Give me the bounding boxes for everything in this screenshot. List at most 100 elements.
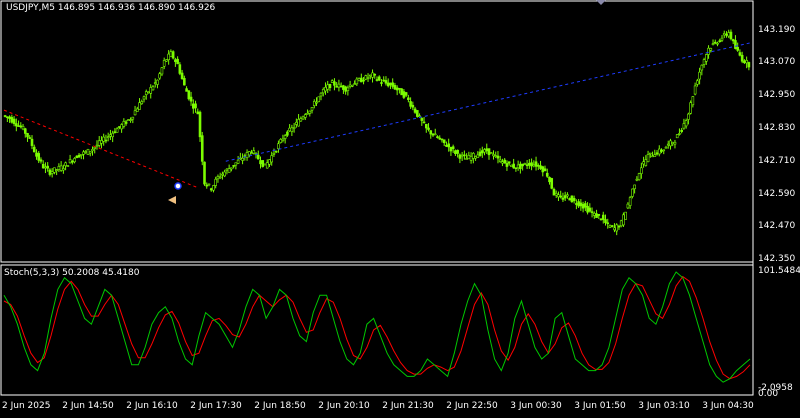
candle-body xyxy=(180,72,184,79)
candle-body xyxy=(442,139,446,144)
candle-body xyxy=(628,197,632,206)
candle-body xyxy=(380,82,383,84)
candle-body xyxy=(449,146,453,152)
candle-body xyxy=(104,139,108,142)
candle-body xyxy=(371,72,374,78)
candle-body xyxy=(189,96,193,102)
candle-body xyxy=(635,178,639,181)
candle-body xyxy=(324,86,327,92)
candle-body xyxy=(23,128,27,134)
candle-body xyxy=(153,82,157,84)
candle-body xyxy=(572,198,576,201)
candle-body xyxy=(333,81,336,86)
candle-body xyxy=(6,116,9,119)
candle-body xyxy=(183,78,186,86)
candle-body xyxy=(675,134,679,139)
candle-body xyxy=(664,146,668,149)
candle-body xyxy=(218,176,222,179)
candle-body xyxy=(722,33,726,36)
candle-body xyxy=(539,165,542,169)
candle-body xyxy=(496,155,500,159)
candle-series xyxy=(3,29,751,236)
candle-body xyxy=(357,78,361,81)
trading-chart[interactable] xyxy=(0,0,800,418)
candle-body xyxy=(682,123,686,129)
candle-body xyxy=(348,84,352,87)
candle-body xyxy=(687,113,690,120)
candle-body xyxy=(15,123,18,127)
candle-body xyxy=(530,162,533,167)
candle-body xyxy=(124,121,128,124)
candle-body xyxy=(624,211,627,220)
candle-body xyxy=(120,124,123,130)
candle-body xyxy=(467,155,471,160)
candle-body xyxy=(501,161,504,164)
candle-body xyxy=(317,96,321,102)
candle-body xyxy=(111,132,114,138)
candle-body xyxy=(310,107,314,111)
candle-body xyxy=(653,154,657,157)
candle-body xyxy=(463,154,466,157)
candle-body xyxy=(3,115,7,117)
chart-shift-marker-icon[interactable] xyxy=(596,0,606,5)
candle-body xyxy=(601,214,605,220)
candle-body xyxy=(319,92,323,97)
candle-body xyxy=(144,91,148,95)
stoch-panel-frame xyxy=(0,264,754,396)
candle-body xyxy=(138,102,141,110)
candle-body xyxy=(216,176,220,180)
candle-body xyxy=(456,149,459,154)
stoch-zero-label: 0.00 xyxy=(758,389,779,399)
candle-body xyxy=(485,148,489,152)
candle-body xyxy=(588,207,592,212)
candle-body xyxy=(655,152,659,155)
candle-body xyxy=(460,154,464,157)
candle-body xyxy=(391,82,394,87)
candle-body xyxy=(637,173,641,181)
candle-body xyxy=(465,158,468,160)
candle-body xyxy=(507,161,511,164)
candle-body xyxy=(590,211,594,213)
candle-body xyxy=(66,165,70,167)
candle-body xyxy=(413,108,417,113)
candle-body xyxy=(234,162,238,166)
candle-body xyxy=(62,168,65,171)
candle-body xyxy=(579,202,583,207)
candle-body xyxy=(669,140,672,147)
candle-body xyxy=(84,151,88,153)
candle-body xyxy=(424,123,428,129)
candle-body xyxy=(729,31,733,40)
candle-body xyxy=(541,166,545,173)
candle-body xyxy=(420,118,424,121)
candle-body xyxy=(489,152,493,154)
candle-body xyxy=(241,157,244,161)
candle-body xyxy=(678,133,681,135)
candle-body xyxy=(17,125,20,127)
candle-body xyxy=(445,144,448,147)
candle-body xyxy=(362,79,365,82)
candle-body xyxy=(301,116,305,120)
candle-body xyxy=(185,88,188,92)
candle-body xyxy=(109,134,112,137)
candle-body xyxy=(725,34,728,36)
candle-body xyxy=(290,127,294,132)
time-tick: 2 Jun 17:30 xyxy=(190,401,242,411)
trendline-layer[interactable] xyxy=(3,42,751,189)
candle-body xyxy=(689,102,692,114)
candle-body xyxy=(727,32,731,37)
candle-body xyxy=(203,161,206,185)
candle-body xyxy=(427,127,430,130)
stoch-top-label: 101.5484 xyxy=(758,266,800,276)
candle-body xyxy=(451,146,455,150)
candle-body xyxy=(200,135,204,162)
candle-body xyxy=(41,163,45,169)
candle-body xyxy=(691,96,695,106)
candle-body xyxy=(384,80,388,84)
candle-body xyxy=(299,118,303,122)
candle-body xyxy=(236,159,240,164)
candle-body xyxy=(147,91,150,94)
arrow-marker-icon xyxy=(168,196,176,204)
candle-body xyxy=(474,156,477,159)
candle-body xyxy=(321,89,325,94)
candle-body xyxy=(469,156,473,161)
